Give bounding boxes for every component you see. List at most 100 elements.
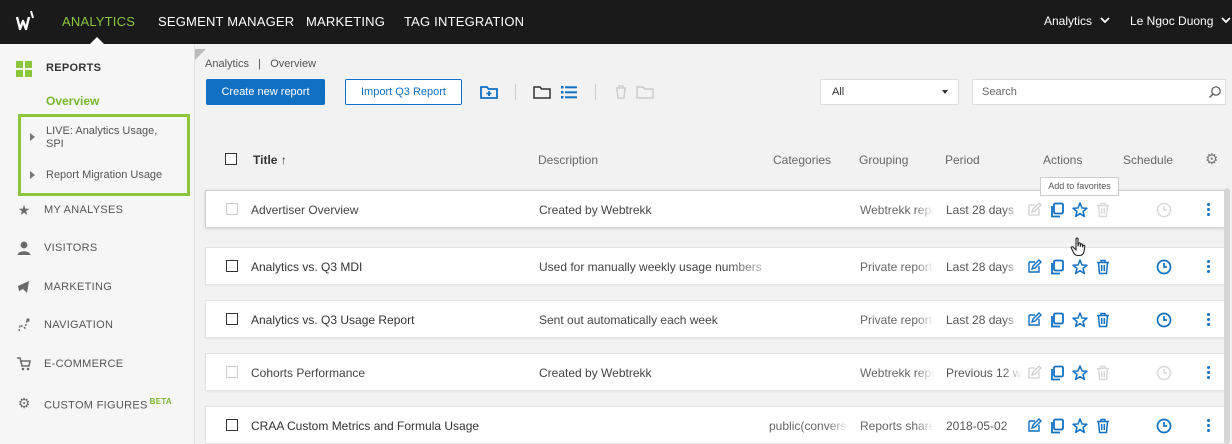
copy-icon[interactable] (1049, 365, 1065, 381)
copy-icon[interactable] (1049, 418, 1065, 434)
sidebar-item-e-commerce[interactable]: E-COMMERCE (0, 346, 195, 384)
row-checkbox[interactable] (226, 366, 238, 378)
report-title[interactable]: Analytics vs. Q3 MDI (251, 260, 511, 274)
webtrekk-logo[interactable] (14, 8, 40, 34)
schedule-clock-icon[interactable] (1156, 312, 1172, 328)
toolbar-divider (515, 84, 516, 100)
table-row[interactable]: CRAA Custom Metrics and Formula Usage pu… (205, 406, 1225, 444)
sidebar-section-reports[interactable]: REPORTS (46, 62, 101, 74)
cart-icon (17, 357, 31, 371)
sidebar-item-overview[interactable]: Overview (46, 94, 99, 108)
filter-select-value: All (832, 86, 845, 98)
schedule-clock-icon[interactable] (1156, 365, 1172, 381)
report-title[interactable]: Advertiser Overview (251, 203, 511, 217)
row-more-menu[interactable] (1206, 418, 1212, 434)
star-icon: ★ (17, 202, 31, 218)
trash-icon[interactable] (611, 82, 631, 102)
chevron-down-icon (1221, 17, 1231, 24)
row-more-menu[interactable] (1206, 202, 1212, 218)
edit-icon[interactable] (1026, 365, 1042, 381)
analytics-account-menu[interactable]: Analytics (1044, 14, 1111, 28)
row-more-menu[interactable] (1206, 259, 1212, 275)
search-icon[interactable] (1208, 85, 1222, 99)
favorite-star-icon[interactable] (1072, 418, 1088, 434)
sidebar-item-marketing[interactable]: MARKETING (0, 269, 195, 307)
favorite-star-icon[interactable] (1072, 202, 1088, 218)
expand-caret-icon[interactable] (30, 133, 35, 141)
trash-icon[interactable] (1095, 312, 1111, 328)
report-period: 2018-05-02 (946, 419, 1008, 433)
sidebar-subitem-live-analytics-usage[interactable]: LIVE: Analytics Usage, SPI (46, 125, 176, 151)
vertical-scrollbar[interactable] (1224, 188, 1230, 444)
row-more-menu[interactable] (1206, 365, 1212, 381)
row-more-menu[interactable] (1206, 312, 1212, 328)
sidebar-item-navigation[interactable]: NAVIGATION (0, 307, 195, 345)
sidebar-item-label: MARKETING (44, 281, 113, 293)
create-new-report-button[interactable]: Create new report (206, 79, 325, 105)
report-title[interactable]: Analytics vs. Q3 Usage Report (251, 313, 511, 327)
trash-icon[interactable] (1095, 365, 1111, 381)
column-header-categories[interactable]: Categories (773, 153, 831, 167)
filter-select[interactable]: All (820, 79, 959, 105)
favorite-star-icon[interactable] (1072, 259, 1088, 275)
report-title[interactable]: Cohorts Performance (251, 366, 511, 380)
edit-icon[interactable] (1026, 418, 1042, 434)
import-q3-report-button[interactable]: Import Q3 Report (345, 79, 462, 105)
sidebar-item-my-analyses[interactable]: ★ MY ANALYSES (0, 192, 195, 230)
hand-cursor-icon (1070, 237, 1086, 257)
sidebar-subitem-report-migration-usage[interactable]: Report Migration Usage (46, 169, 162, 182)
sidebar-item-visitors[interactable]: VISITORS (0, 230, 195, 268)
favorite-star-icon[interactable] (1072, 312, 1088, 328)
gear-icon: ⚙ (17, 395, 31, 411)
expand-caret-icon[interactable] (30, 171, 35, 179)
folder-view-icon[interactable] (532, 82, 552, 102)
row-checkbox[interactable] (226, 260, 238, 272)
table-header: Title ↑ Description Categories Grouping … (205, 138, 1232, 180)
column-header-grouping[interactable]: Grouping (859, 153, 908, 167)
list-view-icon[interactable] (559, 82, 579, 102)
report-period: Last 28 days (946, 203, 1015, 217)
move-to-folder-icon[interactable] (635, 82, 655, 102)
select-all-checkbox[interactable] (225, 153, 237, 165)
chevron-down-icon (942, 90, 948, 94)
table-row[interactable]: Analytics vs. Q3 Usage Report Sent out a… (205, 300, 1225, 338)
nav-tag-integration[interactable]: TAG INTEGRATION (404, 14, 524, 29)
nav-segment-manager[interactable]: SEGMENT MANAGER (158, 14, 294, 29)
table-row[interactable]: Cohorts Performance Created by Webtrekk … (205, 353, 1225, 391)
schedule-clock-icon[interactable] (1156, 418, 1172, 434)
favorite-star-icon[interactable] (1072, 365, 1088, 381)
settings-gear-icon[interactable]: ⚙ (1205, 150, 1218, 168)
nav-analytics[interactable]: ANALYTICS (62, 14, 135, 29)
column-header-schedule[interactable]: Schedule (1123, 153, 1173, 167)
row-checkbox[interactable] (226, 203, 238, 215)
trash-icon[interactable] (1095, 202, 1111, 218)
copy-icon[interactable] (1049, 259, 1065, 275)
trash-icon[interactable] (1095, 259, 1111, 275)
user-name: Le Ngoc Duong (1130, 14, 1214, 28)
sidebar-item-custom-figures[interactable]: ⚙ CUSTOM FIGURES BETA (0, 385, 195, 423)
report-title[interactable]: CRAA Custom Metrics and Formula Usage (251, 419, 511, 433)
row-checkbox[interactable] (226, 419, 238, 431)
schedule-clock-icon[interactable] (1156, 202, 1172, 218)
new-folder-icon[interactable] (479, 82, 499, 102)
edit-icon[interactable] (1026, 202, 1042, 218)
edit-icon[interactable] (1026, 312, 1042, 328)
report-grouping: Reports shared (860, 419, 934, 433)
row-checkbox[interactable] (226, 313, 238, 325)
user-menu[interactable]: Le Ngoc Duong (1130, 14, 1231, 28)
column-header-description[interactable]: Description (538, 153, 598, 167)
column-header-period[interactable]: Period (945, 153, 980, 167)
sidebar: REPORTS Overview LIVE: Analytics Usage, … (0, 44, 195, 444)
copy-icon[interactable] (1049, 312, 1065, 328)
report-period: Last 28 days (946, 313, 1015, 327)
beta-badge: BETA (149, 397, 173, 406)
report-description: Used for manually weekly usage numbers (539, 260, 762, 274)
column-header-title[interactable]: Title ↑ (253, 153, 287, 167)
copy-icon[interactable] (1049, 202, 1065, 218)
nav-marketing[interactable]: MARKETING (306, 14, 385, 29)
trash-icon[interactable] (1095, 418, 1111, 434)
edit-icon[interactable] (1026, 259, 1042, 275)
search-input[interactable] (972, 79, 1226, 105)
schedule-clock-icon[interactable] (1156, 259, 1172, 275)
breadcrumb: Analytics | Overview (205, 58, 317, 70)
